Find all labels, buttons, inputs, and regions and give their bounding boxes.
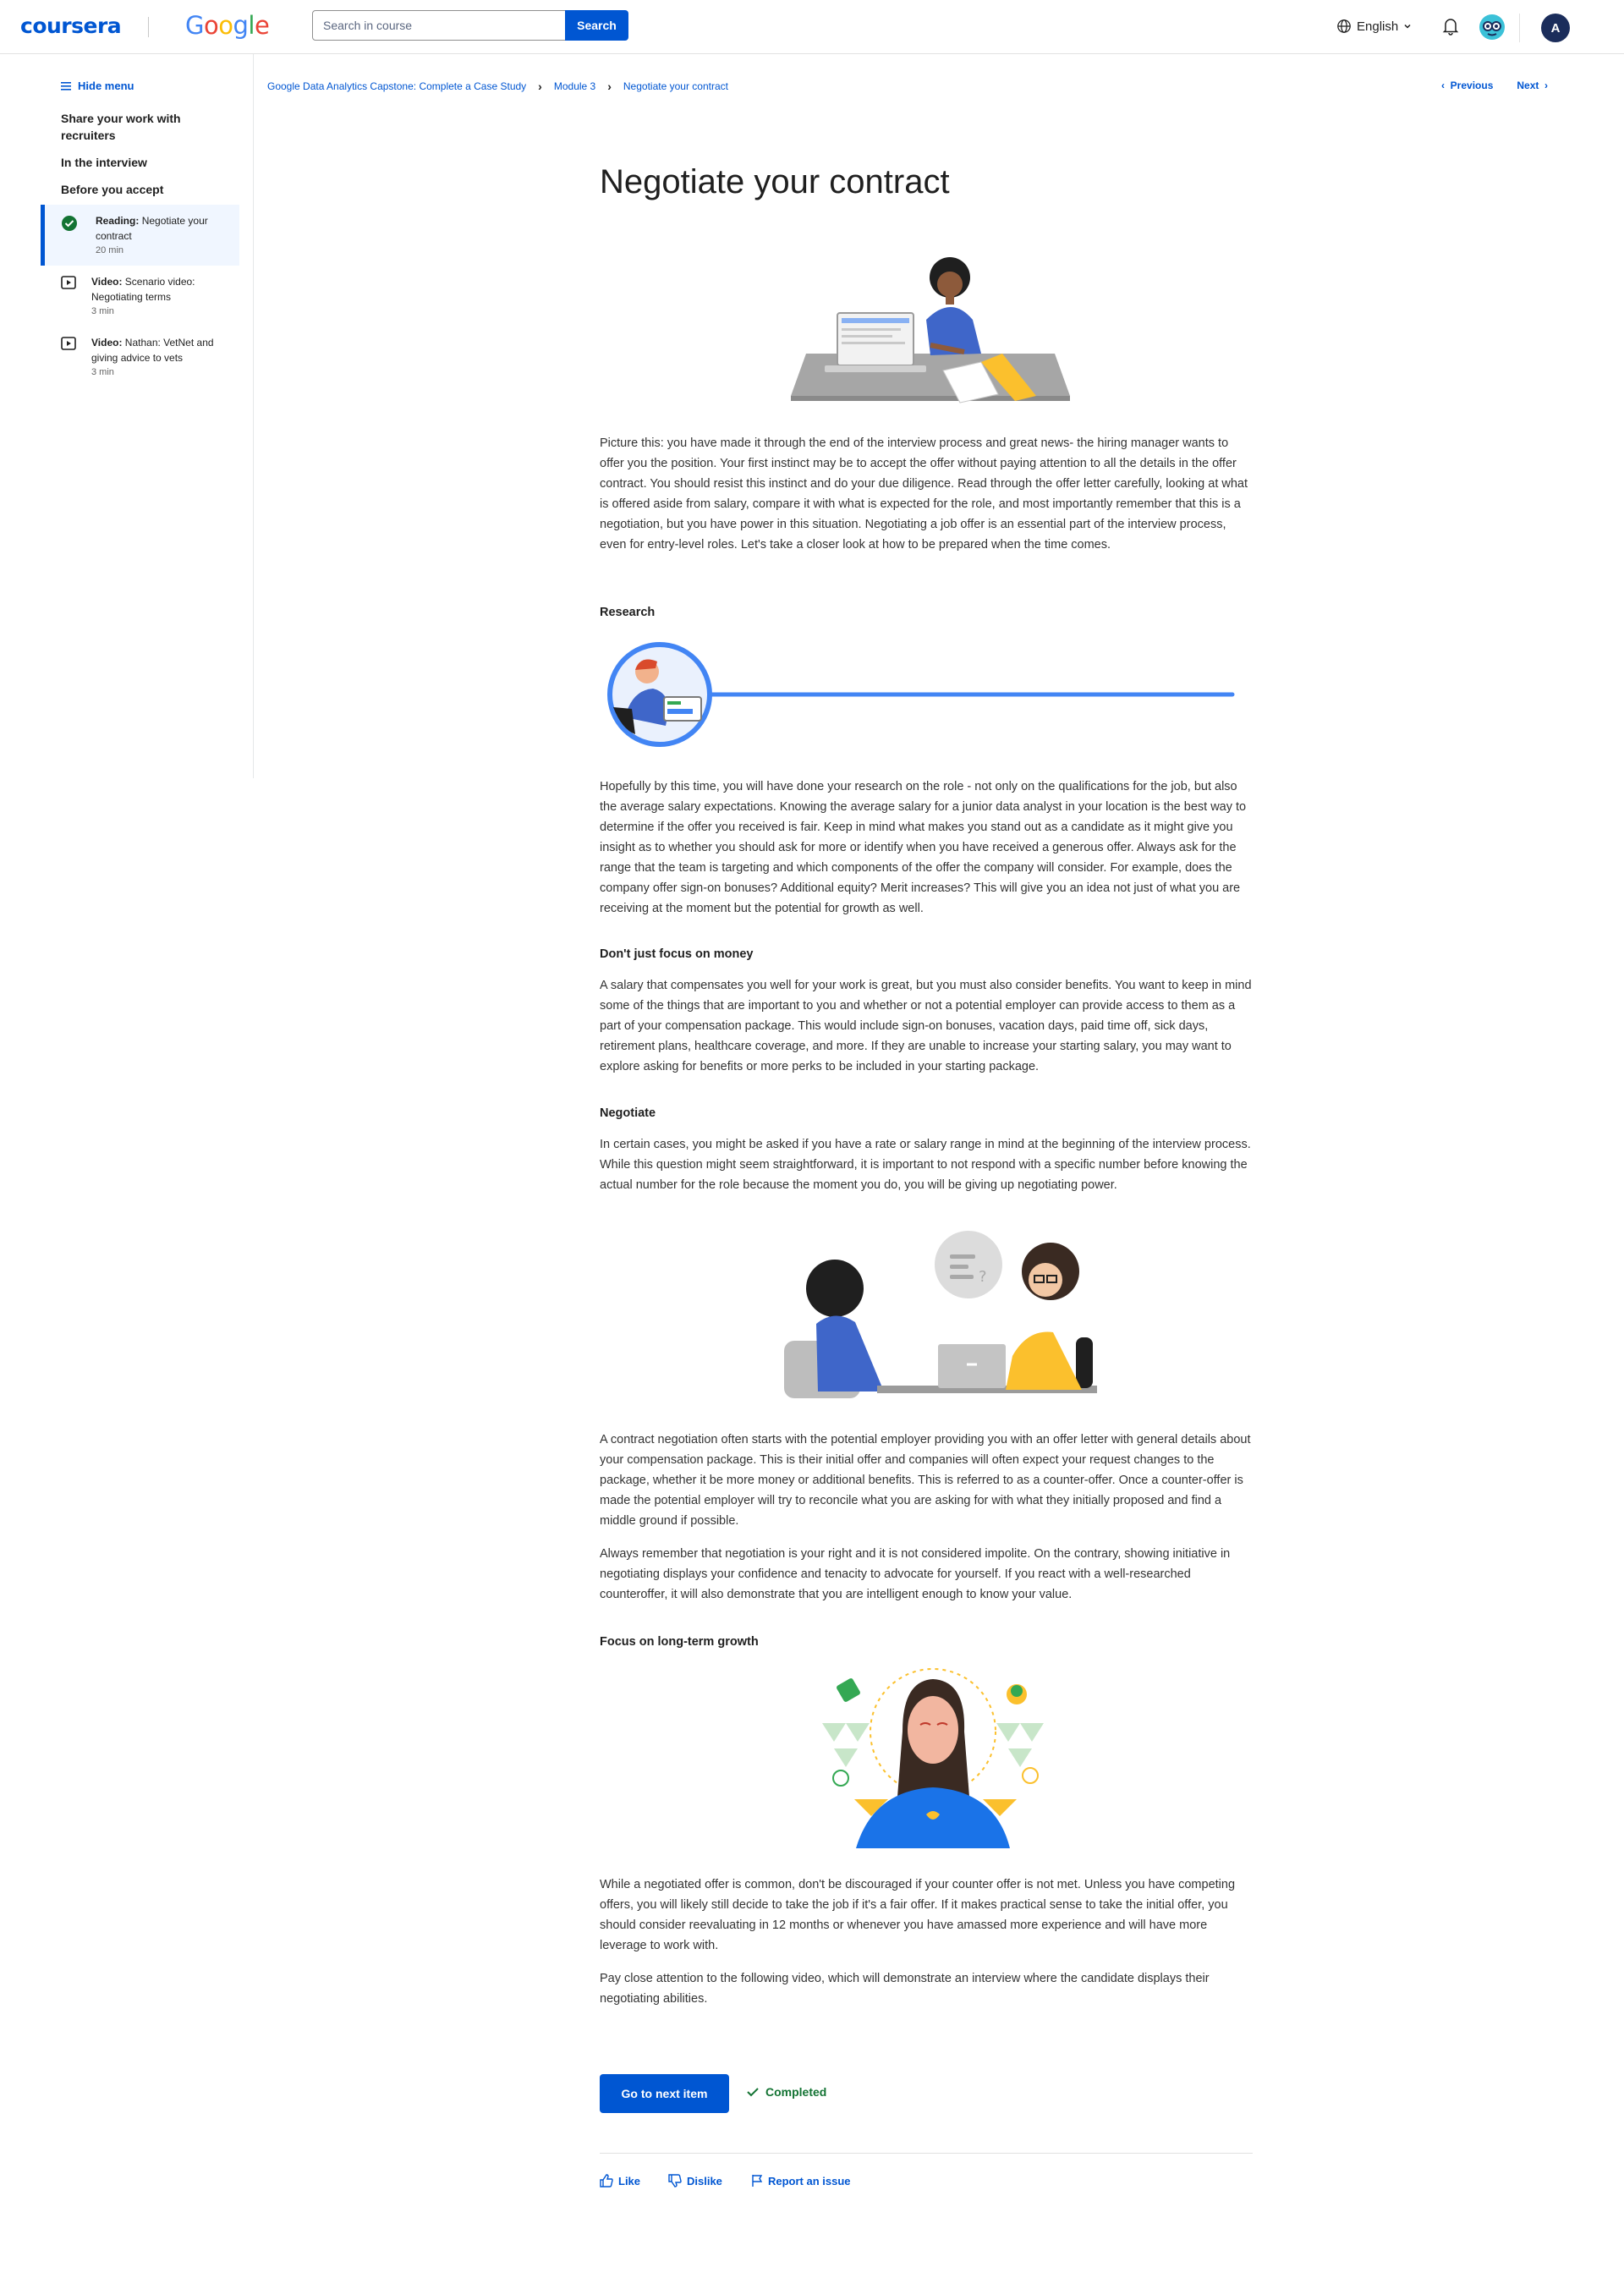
chevron-left-icon: ‹: [1441, 80, 1451, 91]
item-duration: 20 min: [96, 245, 124, 255]
item-duration: 3 min: [91, 306, 114, 316]
like-label: Like: [618, 2174, 641, 2187]
hide-menu-label: Hide menu: [78, 80, 134, 92]
like-button[interactable]: Like: [600, 2174, 640, 2187]
dislike-button[interactable]: Dislike: [668, 2174, 722, 2187]
report-issue-button[interactable]: Report an issue: [751, 2174, 851, 2187]
growth-heading: Focus on long-term growth: [600, 1635, 759, 1649]
header-divider: [1519, 14, 1520, 42]
go-to-next-item-button[interactable]: Go to next item: [600, 2074, 729, 2113]
course-sidebar: Hide menu Share your work with recruiter…: [0, 54, 254, 778]
footer-divider: [600, 2153, 1253, 2154]
sidebar-item-video-scenario[interactable]: Video: Scenario video: Negotiating terms…: [41, 266, 239, 325]
menu-icon: [61, 81, 71, 91]
money-paragraph: A salary that compensates you well for y…: [600, 979, 1252, 1073]
video-icon: [61, 276, 76, 289]
previous-label: Previous: [1450, 80, 1494, 91]
bell-icon[interactable]: [1442, 17, 1459, 36]
flag-icon: [752, 2175, 763, 2187]
desk-illustration: [791, 257, 1070, 403]
next-label: Next: [1517, 80, 1539, 91]
chevron-right-icon: ›: [538, 80, 542, 93]
video-note-paragraph: Pay close attention to the following vid…: [600, 1972, 1210, 2006]
completed-label: Completed: [765, 2085, 827, 2099]
dislike-label: Dislike: [687, 2174, 722, 2187]
google-logo[interactable]: Google: [185, 11, 270, 40]
chevron-right-icon: ›: [1539, 80, 1549, 91]
item-navigation: ‹ Previous Next ›: [1441, 80, 1548, 91]
counter-offer-paragraph: A contract negotiation often starts with…: [600, 1433, 1251, 1528]
breadcrumb-module[interactable]: Module 3: [554, 80, 595, 92]
language-selector[interactable]: English: [1336, 19, 1412, 34]
breadcrumb-course[interactable]: Google Data Analytics Capstone: Complete…: [267, 80, 526, 92]
chevron-right-icon: ›: [607, 80, 612, 93]
previous-link[interactable]: ‹ Previous: [1441, 80, 1493, 91]
avatar[interactable]: A: [1541, 14, 1570, 42]
research-illustration: [607, 642, 1235, 747]
sidebar-group-share[interactable]: Share your work with recruiters: [61, 110, 213, 144]
growth-paragraph: While a negotiated offer is common, don'…: [600, 1878, 1236, 1952]
research-heading: Research: [600, 606, 656, 619]
sidebar-item-video-nathan[interactable]: Video: Nathan: VetNet and giving advice …: [41, 327, 239, 386]
breadcrumb-current[interactable]: Negotiate your contract: [623, 80, 728, 92]
top-navigation-bar: coursera Google Search English A: [0, 0, 1624, 54]
page-title: Negotiate your contract: [600, 163, 950, 200]
coursera-logo[interactable]: coursera: [20, 14, 122, 38]
search-button[interactable]: Search: [565, 10, 628, 41]
thumbs-down-icon: [668, 2174, 682, 2187]
negotiate-heading: Negotiate: [600, 1106, 656, 1120]
intro-paragraph: Picture this: you have made it through t…: [600, 436, 1248, 552]
coach-icon[interactable]: [1479, 14, 1506, 41]
money-heading: Don't just focus on money: [600, 947, 754, 961]
globe-icon: [1337, 19, 1351, 33]
item-type: Reading:: [96, 215, 140, 227]
item-type: Video:: [91, 276, 123, 288]
sidebar-item-reading-negotiate[interactable]: Reading: Negotiate your contract 20 min: [41, 205, 239, 266]
video-icon: [61, 337, 76, 350]
chevron-down-icon: [1404, 24, 1411, 29]
next-link[interactable]: Next ›: [1517, 80, 1548, 91]
svg-text:?: ?: [979, 1268, 987, 1286]
negotiate-paragraph: In certain cases, you might be asked if …: [600, 1138, 1251, 1192]
completed-status: Completed: [747, 2085, 826, 2099]
remember-paragraph: Always remember that negotiation is your…: [600, 1547, 1231, 1601]
negotiation-illustration: ?: [784, 1231, 1097, 1398]
hide-menu-button[interactable]: Hide menu: [61, 80, 134, 92]
research-paragraph: Hopefully by this time, you will have do…: [600, 780, 1247, 915]
logo-divider: [148, 17, 149, 37]
sidebar-group-before-accept[interactable]: Before you accept: [61, 181, 213, 198]
breadcrumb: Google Data Analytics Capstone: Complete…: [267, 80, 728, 93]
sidebar-group-interview[interactable]: In the interview: [61, 154, 213, 171]
item-type: Video:: [91, 337, 123, 349]
growth-illustration: [822, 1668, 1044, 1848]
language-label: English: [1357, 19, 1399, 34]
thumbs-up-icon: [600, 2174, 613, 2187]
item-duration: 3 min: [91, 367, 114, 377]
search-input[interactable]: [312, 10, 566, 41]
checkmark-icon: [747, 2088, 759, 2097]
report-label: Report an issue: [768, 2174, 851, 2187]
check-circle-icon: [62, 216, 77, 231]
